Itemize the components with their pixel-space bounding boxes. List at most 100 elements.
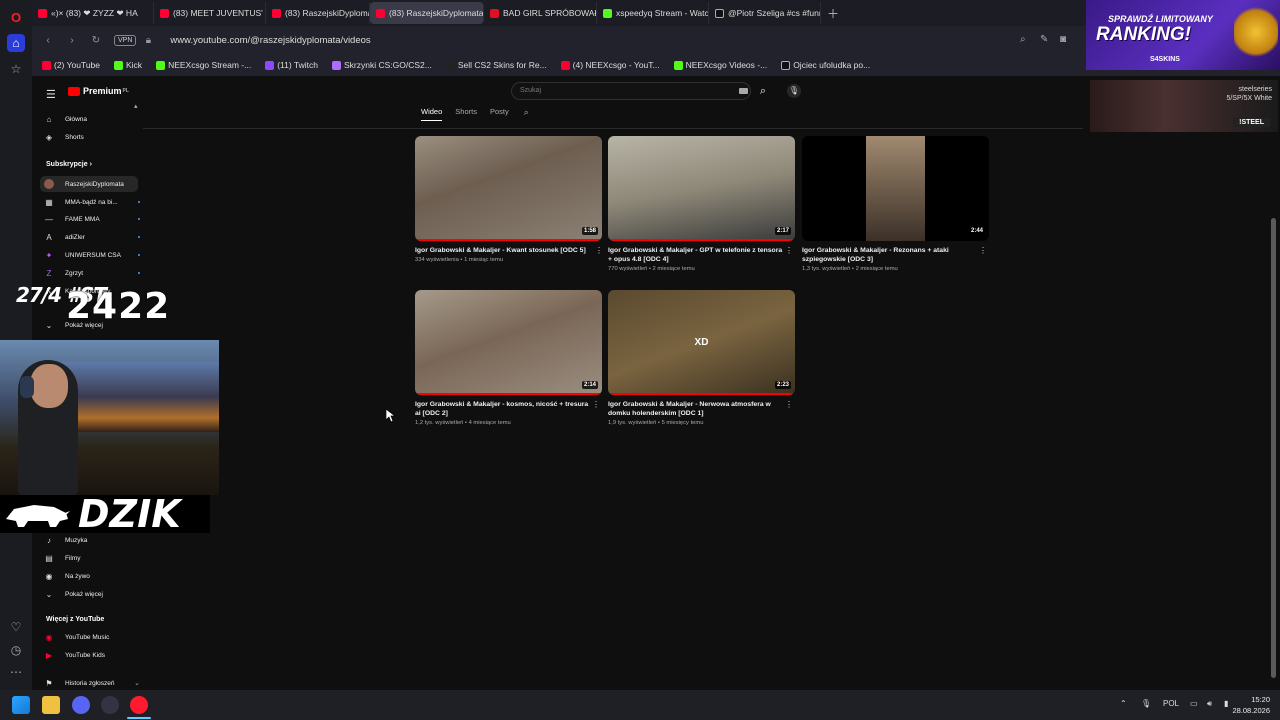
new-tab-plus-icon[interactable]: ＋ bbox=[827, 5, 839, 22]
more-vert-icon[interactable]: ⋮ bbox=[785, 246, 793, 255]
browser-tab[interactable]: (83) MEET JUVENTUS' NE bbox=[154, 2, 266, 24]
opera-logo-icon[interactable]: O bbox=[7, 8, 25, 26]
tab-videos[interactable]: Wideo bbox=[421, 107, 443, 121]
kick-icon bbox=[673, 60, 683, 70]
bookmark-item[interactable]: (4) NEEXcsgo - YouT... bbox=[560, 60, 660, 70]
camera-icon[interactable]: ◙ bbox=[1060, 34, 1066, 45]
page-scrollbar[interactable] bbox=[1271, 218, 1276, 678]
youtube-search-input[interactable]: Szukaj bbox=[511, 82, 751, 100]
video-card[interactable]: 2:44 Igor Grabowski & Makaljer - Rezonan… bbox=[802, 136, 989, 272]
video-thumbnail[interactable]: 2:44 bbox=[802, 136, 989, 241]
bookmark-item[interactable]: (2) YouTube bbox=[42, 60, 100, 70]
bookmark-item[interactable]: NEEXcsgo Stream -... bbox=[156, 60, 251, 70]
more-vert-icon[interactable]: ⋮ bbox=[979, 246, 987, 255]
tab-shorts[interactable]: Shorts bbox=[455, 107, 477, 121]
browser-tab[interactable]: BAD GIRL SPRÓBOWAŁA bbox=[484, 2, 597, 24]
browser-tab[interactable]: (83) RaszejskiDyplomata bbox=[266, 2, 370, 24]
channel-search-icon[interactable]: ⌕ bbox=[524, 107, 529, 121]
sidebar-sub-item[interactable]: Z Zgrzyt bbox=[44, 268, 140, 278]
browser-tab[interactable]: @Piotr Szeliga #cs #funny bbox=[709, 2, 821, 24]
keyboard-icon[interactable] bbox=[739, 88, 748, 94]
discord-icon[interactable] bbox=[72, 696, 90, 714]
more-vert-icon[interactable]: ⋮ bbox=[592, 400, 600, 409]
history-icon[interactable]: ◷ bbox=[7, 641, 25, 659]
browser-tab[interactable]: «)× (83) ❤ ZYZZ ❤ HA bbox=[32, 2, 154, 24]
video-title[interactable]: Igor Grabowski & Makaljer - Rezonans + a… bbox=[802, 246, 989, 264]
network-icon[interactable]: ▭ bbox=[1190, 699, 1198, 708]
sidebar-item-yt-music[interactable]: ◉ YouTube Music bbox=[44, 632, 140, 642]
sidebar-sub-item[interactable]: ▦ MMA-bądź na bi... bbox=[44, 197, 140, 207]
menu-icon[interactable]: ☰ bbox=[46, 88, 56, 101]
home-icon[interactable]: ⌂ bbox=[7, 34, 25, 52]
sidebar-item-home[interactable]: ⌂ Główna bbox=[44, 114, 140, 124]
sidebar-item-shorts[interactable]: ◈ Shorts bbox=[44, 132, 140, 142]
bookmark-item[interactable]: Kick bbox=[114, 60, 142, 70]
microphone-icon[interactable]: 🎙︎ bbox=[787, 84, 801, 98]
sidebar-item-raszejski[interactable]: RaszejskiDyplomata bbox=[40, 176, 138, 192]
more-vert-icon[interactable]: ⋮ bbox=[595, 246, 603, 255]
video-thumbnail[interactable]: 1:58 bbox=[415, 136, 602, 241]
volume-icon[interactable]: 🔊︎ bbox=[1207, 699, 1212, 709]
video-title[interactable]: Igor Grabowski & Makaljer - Kwant stosun… bbox=[415, 246, 602, 255]
sidebar-item-yt-kids[interactable]: ▶ YouTube Kids bbox=[44, 650, 140, 660]
bookmark-item[interactable]: Skrzynki CS:GO/CS2... bbox=[332, 60, 432, 70]
sidebar-sub-item[interactable]: — FAME MMA bbox=[44, 214, 140, 224]
bookmark-item[interactable]: NEEXcsgo Videos -... bbox=[673, 60, 767, 70]
tab-posts[interactable]: Posty bbox=[490, 107, 509, 121]
sidebar-sub-item[interactable]: ✦ UNIWERSUM CSA bbox=[44, 250, 140, 260]
browser-tab-active[interactable]: (83) RaszejskiDyplomata bbox=[370, 2, 484, 24]
search-icon[interactable]: ⌕ bbox=[1020, 34, 1026, 45]
lock-icon[interactable]: 🔒︎ bbox=[140, 35, 156, 46]
sidebar-show-more[interactable]: ⌄ Pokaż więcej bbox=[44, 589, 140, 599]
skins-site-icon bbox=[445, 60, 455, 70]
video-card[interactable]: 2:17 Igor Grabowski & Makaljer - GPT w t… bbox=[608, 136, 795, 272]
video-title[interactable]: Igor Grabowski & Makaljer - Nerwowa atmo… bbox=[608, 400, 795, 418]
tray-chevron-up-icon[interactable]: ⌃ bbox=[1120, 699, 1127, 708]
star-icon[interactable]: ☆ bbox=[7, 60, 25, 78]
more-vert-icon[interactable]: ⋮ bbox=[785, 400, 793, 409]
youtube-premium-logo[interactable]: Premium PL bbox=[68, 86, 129, 96]
bookmark-item[interactable]: Sell CS2 Skins for Re... bbox=[445, 60, 547, 70]
search-button[interactable]: ⌕ bbox=[752, 82, 774, 100]
channel-avatar: ✦ bbox=[45, 250, 53, 260]
video-card[interactable]: 2:14 Igor Grabowski & Makaljer - kosmos,… bbox=[415, 290, 602, 426]
more-icon[interactable]: ⋯ bbox=[7, 663, 25, 681]
watch-progress-bar bbox=[415, 239, 602, 241]
video-thumbnail[interactable]: 2:14 bbox=[415, 290, 602, 395]
bookmark-item[interactable]: Ojciec ufoludka po... bbox=[781, 60, 870, 70]
kick-icon bbox=[156, 60, 166, 70]
bookmark-item[interactable]: (11) Twitch bbox=[265, 60, 318, 70]
video-thumbnail[interactable]: 2:17 bbox=[608, 136, 795, 241]
steam-icon[interactable] bbox=[101, 696, 119, 714]
dzik-text: DZIK bbox=[78, 492, 181, 536]
opera-icon[interactable] bbox=[130, 696, 148, 714]
video-card[interactable]: XD 2:23 Igor Grabowski & Makaljer - Nerw… bbox=[608, 290, 795, 426]
sidebar-item-live[interactable]: ◉ Na żywo bbox=[44, 571, 140, 581]
taskbar-clock[interactable]: 15:20 28.08.2026 bbox=[1232, 694, 1270, 716]
input-language[interactable]: POL bbox=[1163, 699, 1179, 708]
tiktok-icon bbox=[781, 60, 791, 70]
subscriptions-heading[interactable]: Subskrypcje › bbox=[46, 161, 92, 168]
video-thumbnail[interactable]: XD 2:23 bbox=[608, 290, 795, 395]
video-card[interactable]: 1:58 Igor Grabowski & Makaljer - Kwant s… bbox=[415, 136, 602, 263]
battery-icon[interactable]: ▮ bbox=[1224, 699, 1228, 708]
vpn-badge[interactable]: VPN bbox=[114, 34, 137, 46]
sidebar-item-music[interactable]: ♪ Muzyka bbox=[44, 535, 140, 545]
sidebar-item-movies[interactable]: ▤ Filmy bbox=[44, 553, 140, 563]
microphone-icon[interactable]: 🎙︎ bbox=[1141, 699, 1151, 708]
windows-start-icon[interactable] bbox=[12, 696, 30, 714]
sidebar-item-report-history[interactable]: ⚑ Historia zgłoszeń ⌄ bbox=[44, 678, 140, 688]
heart-icon[interactable]: ♡ bbox=[7, 618, 25, 636]
video-title[interactable]: Igor Grabowski & Makaljer - GPT w telefo… bbox=[608, 246, 795, 264]
youtube-icon bbox=[38, 8, 47, 18]
edit-icon[interactable]: ✎ bbox=[1040, 34, 1048, 45]
back-arrow-icon[interactable]: ‹ bbox=[40, 35, 56, 46]
video-title[interactable]: Igor Grabowski & Makaljer - kosmos, nico… bbox=[415, 400, 602, 418]
browser-tab[interactable]: xspeedyq Stream - Watch bbox=[597, 2, 709, 24]
url-field[interactable]: www.youtube.com/@raszejskidyplomata/vide… bbox=[170, 35, 370, 46]
file-explorer-icon[interactable] bbox=[42, 696, 60, 714]
reload-icon[interactable]: ↻ bbox=[88, 35, 104, 46]
scroll-up-icon[interactable]: ▴ bbox=[134, 102, 138, 110]
forward-arrow-icon[interactable]: › bbox=[64, 35, 80, 46]
sidebar-sub-item[interactable]: AadiZler bbox=[44, 232, 140, 242]
